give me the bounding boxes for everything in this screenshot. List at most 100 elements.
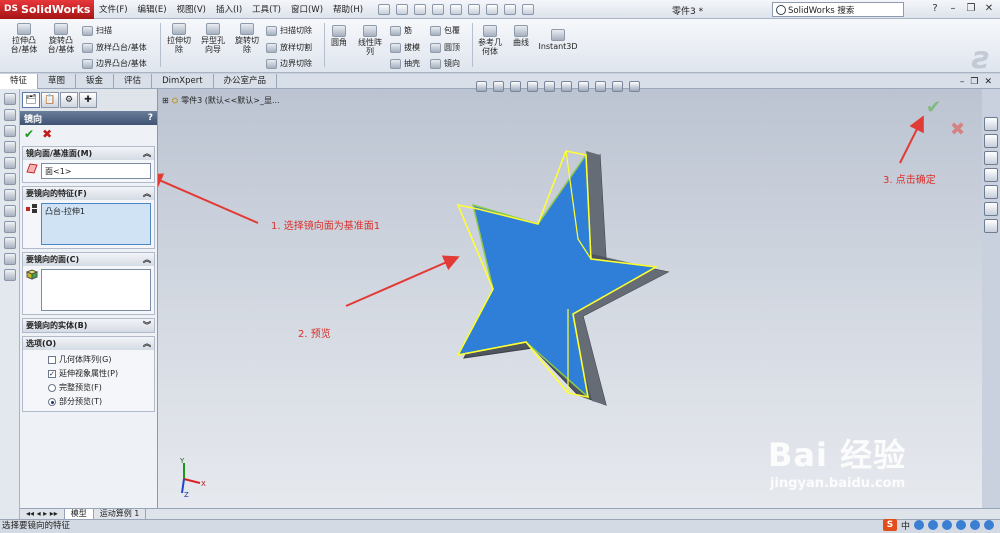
- emoji-icon[interactable]: [928, 520, 938, 530]
- hole-wizard-button[interactable]: 异型孔 向导: [197, 23, 229, 54]
- menu-help[interactable]: 帮助(H): [328, 3, 368, 15]
- tab-dimxpert[interactable]: DimXpert: [152, 74, 214, 89]
- faces-selection-list[interactable]: [41, 269, 151, 311]
- view-palette-icon[interactable]: [984, 185, 998, 199]
- tab-office-products[interactable]: 办公室产品: [214, 74, 278, 89]
- wrap-button[interactable]: 包覆: [430, 25, 460, 36]
- open-file-icon[interactable]: [414, 3, 427, 15]
- propagate-visual-checkbox[interactable]: ✓: [48, 369, 56, 378]
- sketch-tool-icon[interactable]: [3, 109, 16, 121]
- sketch-tool-icon[interactable]: [3, 125, 16, 137]
- menu-window[interactable]: 窗口(W): [286, 3, 328, 15]
- sketch-tool-icon[interactable]: [3, 269, 16, 281]
- boundary-button[interactable]: 边界凸台/基体: [82, 58, 147, 69]
- skin-icon[interactable]: [970, 520, 980, 530]
- punctuation-icon[interactable]: [914, 520, 924, 530]
- sweep-cut-button[interactable]: 扫描切除: [266, 25, 312, 36]
- curves-button[interactable]: 曲线: [508, 25, 534, 47]
- menu-insert[interactable]: 插入(I): [211, 3, 247, 15]
- menu-tools[interactable]: 工具(T): [247, 3, 286, 15]
- ok-check-icon[interactable]: ✔: [24, 127, 34, 141]
- extrude-cut-button[interactable]: 拉伸切 除: [164, 23, 194, 54]
- sketch-tool-icon[interactable]: [3, 157, 16, 169]
- rebuild-icon[interactable]: [504, 3, 517, 15]
- custom-properties-icon[interactable]: [984, 219, 998, 233]
- undo-icon[interactable]: [468, 3, 481, 15]
- design-library-icon[interactable]: [984, 134, 998, 148]
- menu-file[interactable]: 文件(F): [94, 3, 133, 15]
- print-icon[interactable]: [450, 3, 463, 15]
- reference-geometry-button[interactable]: 参考几 何体: [476, 25, 504, 56]
- propagate-visual-option[interactable]: ✓ 延伸视象属性(P): [48, 368, 151, 379]
- loft-cut-button[interactable]: 放样切割: [266, 42, 312, 53]
- ime-language[interactable]: 中: [901, 519, 910, 532]
- revolve-boss-button[interactable]: 旋转凸 台/基体: [44, 23, 78, 54]
- boundary-cut-button[interactable]: 边界切除: [266, 58, 312, 69]
- features-selection-list[interactable]: 凸台-拉伸1: [41, 203, 151, 245]
- features-group-header[interactable]: 要镜向的特征(F) ︽: [23, 187, 154, 200]
- configuration-manager-tab-icon[interactable]: ⚙: [60, 92, 78, 108]
- cancel-x-icon[interactable]: ✖: [42, 127, 52, 141]
- sketch-tool-icon[interactable]: [3, 253, 16, 265]
- tab-sketch[interactable]: 草图: [38, 74, 77, 89]
- full-preview-option[interactable]: 完整预览(F): [48, 382, 151, 393]
- fillet-button[interactable]: 圆角: [328, 25, 350, 47]
- geometry-pattern-checkbox[interactable]: [48, 355, 56, 364]
- sweep-button[interactable]: 扫描: [82, 25, 112, 36]
- doc-minimize-icon[interactable]: –: [960, 77, 965, 87]
- doc-restore-icon[interactable]: ❐: [970, 77, 978, 87]
- appearances-icon[interactable]: [984, 202, 998, 216]
- tab-motion-study[interactable]: 运动算例 1: [94, 508, 147, 520]
- select-icon[interactable]: [486, 3, 499, 15]
- keyboard-icon[interactable]: [956, 520, 966, 530]
- feature-manager-tab-icon[interactable]: 🗂: [22, 92, 40, 108]
- home-icon[interactable]: [984, 117, 998, 131]
- help-icon[interactable]: ?: [928, 2, 942, 16]
- linear-pattern-button[interactable]: 线性阵 列: [354, 25, 386, 56]
- dimxpert-manager-tab-icon[interactable]: ✚: [79, 92, 97, 108]
- property-manager-tab-icon[interactable]: 📋: [41, 92, 59, 108]
- tab-features[interactable]: 特征: [0, 74, 39, 89]
- new-file-icon[interactable]: [396, 3, 409, 15]
- sketch-tool-icon[interactable]: [3, 189, 16, 201]
- options-icon[interactable]: [522, 3, 535, 15]
- tab-evaluate[interactable]: 评估: [114, 74, 153, 89]
- shell-button[interactable]: 抽壳: [390, 58, 420, 69]
- graphics-viewport[interactable]: ⊞ ⛭ 零件3 (默认<<默认>_显... ✔ ✖ 1. 选择镜向面为基准面1 …: [158, 81, 982, 508]
- restore-icon[interactable]: ❐: [964, 2, 978, 16]
- microphone-icon[interactable]: [942, 520, 952, 530]
- revolve-cut-button[interactable]: 旋转切 除: [232, 23, 262, 54]
- save-icon[interactable]: [432, 3, 445, 15]
- sketch-tool-icon[interactable]: [3, 93, 16, 105]
- extrude-boss-button[interactable]: 拉伸凸 台/基体: [8, 23, 40, 54]
- sketch-tool-icon[interactable]: [3, 237, 16, 249]
- menu-edit[interactable]: 编辑(E): [133, 3, 172, 15]
- sketch-tool-icon[interactable]: [3, 221, 16, 233]
- partial-preview-radio[interactable]: [48, 397, 56, 406]
- geometry-pattern-option[interactable]: 几何体阵列(G): [48, 354, 151, 365]
- mirror-face-group-header[interactable]: 镜向面/基准面(M) ︽: [23, 147, 154, 160]
- sketch-tool-icon[interactable]: [3, 173, 16, 185]
- doc-close-icon[interactable]: ✕: [984, 77, 992, 87]
- instant3d-button[interactable]: Instant3D: [538, 29, 578, 51]
- tools-icon[interactable]: [984, 520, 994, 530]
- dome-button[interactable]: 圆顶: [430, 42, 460, 53]
- sketch-tool-icon[interactable]: [3, 205, 16, 217]
- nav-arrows[interactable]: ◂◂ ◂ ▸ ▸▸: [20, 508, 65, 520]
- draft-button[interactable]: 拔模: [390, 42, 420, 53]
- file-explorer-icon[interactable]: [984, 151, 998, 165]
- loft-button[interactable]: 放样凸台/基体: [82, 42, 147, 53]
- options-group-header[interactable]: 选项(O) ︽: [23, 337, 154, 350]
- list-item[interactable]: 凸台-拉伸1: [45, 206, 147, 217]
- help-button[interactable]: ?: [148, 113, 153, 123]
- faces-group-header[interactable]: 要镜向的面(C) ︽: [23, 253, 154, 266]
- mirror-face-selection-box[interactable]: 面<1>: [41, 163, 151, 179]
- full-preview-radio[interactable]: [48, 383, 56, 392]
- rib-button[interactable]: 筋: [390, 25, 412, 36]
- mirror-button[interactable]: 镜向: [430, 58, 460, 69]
- tab-sheet-metal[interactable]: 钣金: [76, 74, 115, 89]
- minimize-icon[interactable]: –: [946, 2, 960, 16]
- tab-model[interactable]: 模型: [64, 508, 94, 520]
- bodies-group-header[interactable]: 要镜向的实体(B) ︾: [23, 319, 154, 332]
- close-icon[interactable]: ✕: [982, 2, 996, 16]
